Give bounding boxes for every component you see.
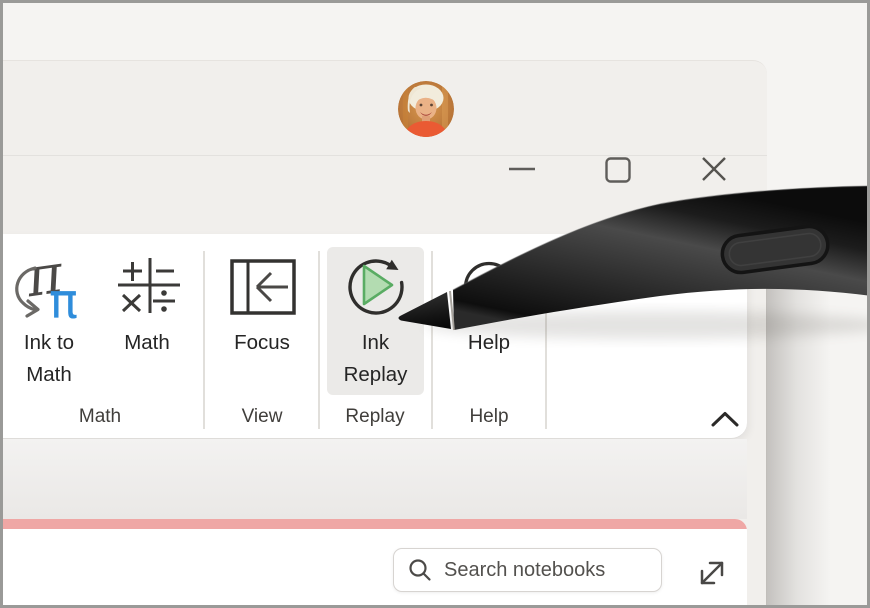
ink-replay-icon-box [327,247,424,327]
search-box[interactable] [393,548,662,592]
screenshot-stage: π π Ink toMath [0,0,870,608]
maximize-button[interactable] [604,156,632,189]
group-label-replay: Replay [315,402,435,432]
ink-replay-label: InkReplay [344,327,408,391]
help-button[interactable]: ? Help [445,247,533,395]
ink-to-math-label: Ink toMath [24,327,74,391]
titlebar [0,61,767,156]
ink-to-math-button[interactable]: π π Ink toMath [4,247,94,395]
close-button[interactable] [698,153,730,190]
focus-panel-arrow-icon [228,258,296,316]
search-icon [407,557,433,583]
expand-search-button[interactable] [694,555,730,591]
help-icon-box: ? [445,247,533,327]
content-band [0,439,747,519]
svg-text:?: ? [481,272,497,304]
focus-button[interactable]: Focus [217,247,307,395]
svg-text:π: π [49,274,78,324]
chevron-up-icon [707,408,743,434]
math-button[interactable]: Math [102,247,192,395]
minimize-button[interactable] [505,158,539,185]
focus-label: Focus [234,327,290,359]
page-area [0,519,747,608]
close-icon [698,153,730,185]
maximize-icon [604,156,632,184]
calculator-grid-icon [113,255,181,319]
page-accent-bar [0,519,747,529]
math-icon-box [102,247,192,327]
help-label: Help [468,327,510,359]
window-edge-shadow [766,192,870,608]
focus-icon-box [217,247,307,327]
question-circle-icon: ? [462,260,516,314]
math-label: Math [124,327,170,359]
group-label-view: View [202,402,322,432]
group-label-math: Math [40,402,160,432]
diagonal-resize-icon [694,555,730,591]
group-label-help: Help [429,402,549,432]
collapse-ribbon-button[interactable] [707,408,743,434]
user-avatar-photo [398,81,454,137]
ink-to-math-icon-box: π π [4,247,94,327]
search-input[interactable] [433,559,661,582]
ink-replay-button[interactable]: InkReplay [327,247,424,395]
app-window: π π Ink toMath [0,60,767,608]
ribbon: π π Ink toMath [0,234,747,439]
pi-conversion-icon: π π [9,250,89,324]
minimize-icon [505,158,539,180]
user-avatar[interactable] [398,81,454,137]
circular-play-icon [344,255,408,319]
